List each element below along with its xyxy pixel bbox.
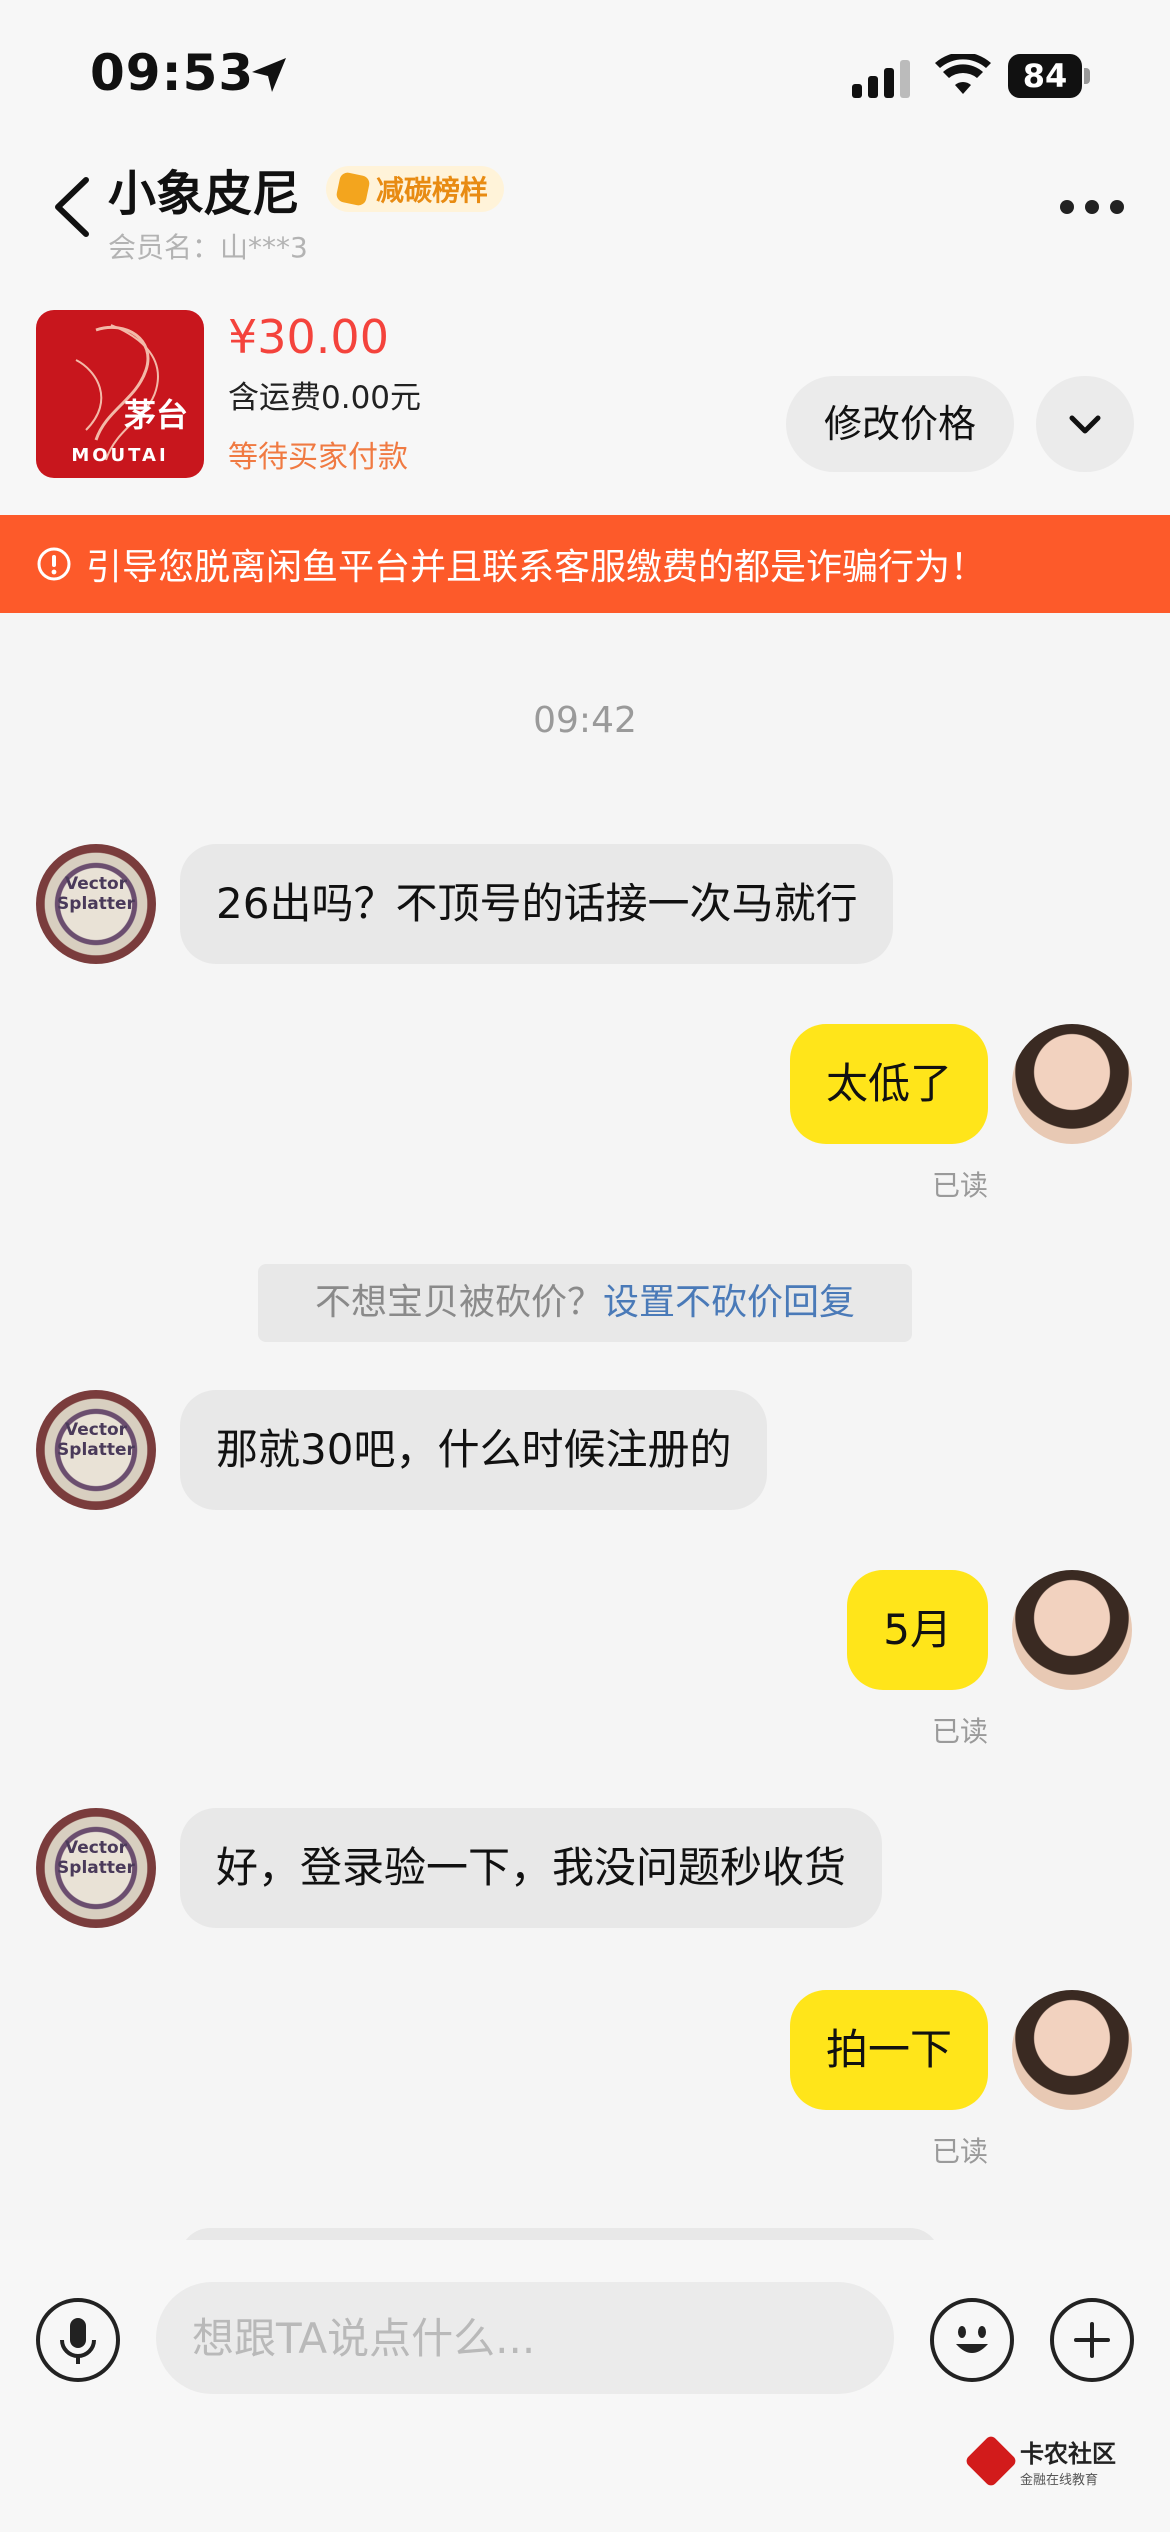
expand-button[interactable] — [1036, 376, 1134, 472]
battery-icon: 84 — [1008, 54, 1092, 98]
chevron-down-icon — [1069, 415, 1101, 434]
warning-icon — [37, 547, 71, 581]
back-arrow-icon[interactable] — [48, 172, 98, 242]
buyer-avatar[interactable]: Vector Splatter — [36, 1808, 156, 1928]
watermark: 卡农社区 金融在线教育 — [964, 2434, 1116, 2488]
member-name: 会员名：山***3 — [108, 231, 308, 264]
read-receipt: 已读 — [931, 2135, 988, 2168]
more-actions-button[interactable] — [1050, 2298, 1134, 2382]
bargain-hint-question: 不想宝贝被砍价？ — [314, 1282, 603, 1323]
microphone-icon — [60, 2318, 96, 2364]
message-bubble-outgoing[interactable]: 太低了 — [789, 1024, 988, 1144]
badge-icon — [335, 171, 371, 207]
buyer-avatar[interactable]: Vector Splatter — [36, 1390, 156, 1510]
seller-avatar[interactable] — [1012, 1570, 1132, 1690]
wifi-icon — [935, 54, 991, 94]
shipping-fee: 含运费0.00元 — [228, 380, 422, 416]
message-bubble-incoming[interactable]: 好，登录验一下，我没问题秒收货 — [180, 1808, 883, 1928]
product-brand-char: 茅台 — [124, 396, 189, 434]
battery-level: 84 — [1008, 54, 1082, 98]
watermark-sub: 金融在线教育 — [1020, 2473, 1099, 2488]
product-brand-logo: MOUTAI — [71, 445, 169, 466]
badge-label: 减碳榜样 — [376, 174, 489, 207]
product-price: ¥30.00 — [228, 310, 389, 364]
product-image[interactable]: 茅台 MOUTAI — [36, 310, 204, 478]
status-time: 09:53 — [90, 44, 255, 102]
more-options-icon[interactable] — [1060, 200, 1124, 216]
message-input[interactable] — [156, 2282, 894, 2394]
read-receipt: 已读 — [931, 1715, 988, 1748]
voice-input-button[interactable] — [36, 2298, 120, 2382]
modify-price-button[interactable]: 修改价格 — [786, 376, 1014, 472]
seller-avatar[interactable] — [1012, 1990, 1132, 2110]
contact-name: 小象皮尼 — [108, 166, 301, 222]
emoji-button[interactable] — [930, 2298, 1014, 2382]
message-bubble-outgoing[interactable]: 5月 — [847, 1570, 988, 1690]
fraud-warning-text: 引导您脱离闲鱼平台并且联系客服缴费的都是诈骗行为！ — [86, 547, 987, 588]
smiley-icon — [956, 2326, 988, 2353]
buyer-avatar[interactable]: Vector Splatter — [36, 844, 156, 964]
seller-avatar[interactable] — [1012, 1024, 1132, 1144]
carbon-badge[interactable]: 减碳榜样 — [326, 166, 505, 212]
message-bubble-outgoing[interactable]: 拍一下 — [789, 1990, 988, 2110]
message-bubble-incoming[interactable]: 那就30吧，什么时候注册的 — [180, 1390, 768, 1510]
watermark-logo-icon — [964, 2434, 1018, 2488]
bargain-hint: 不想宝贝被砍价？设置不砍价回复 — [258, 1264, 912, 1342]
plus-icon — [1074, 2322, 1110, 2358]
cellular-signal-icon — [852, 60, 910, 98]
no-bargain-reply-link[interactable]: 设置不砍价回复 — [603, 1282, 855, 1323]
location-arrow-icon — [252, 58, 286, 92]
chat-timestamp: 09:42 — [533, 700, 637, 741]
watermark-main: 卡农社区 — [1020, 2440, 1116, 2468]
order-status: 等待买家付款 — [228, 440, 408, 475]
message-bubble-incoming[interactable]: 26出吗？不顶号的话接一次马就行 — [180, 844, 894, 964]
read-receipt: 已读 — [931, 1169, 988, 1202]
